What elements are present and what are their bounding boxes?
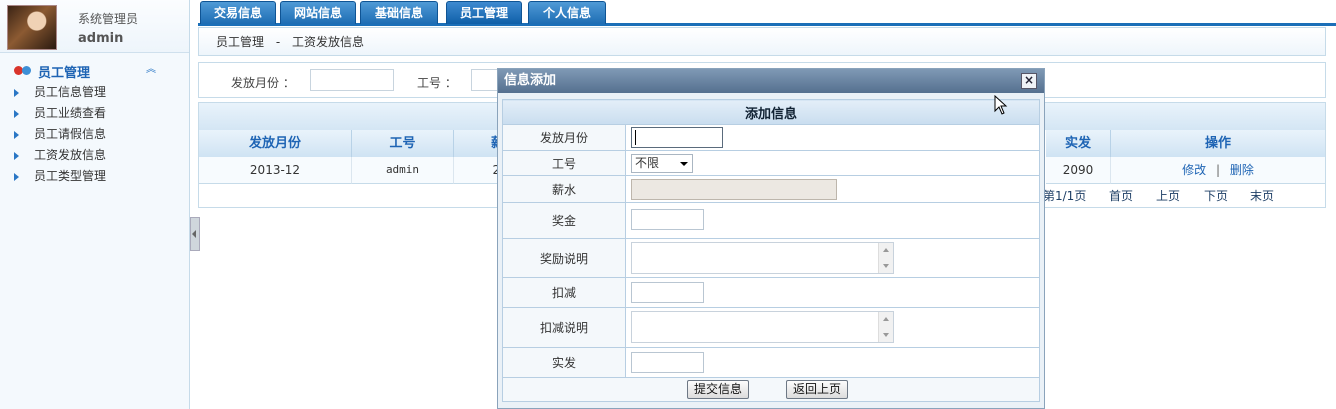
dialog-title: 信息添加 [504, 73, 557, 88]
arrow-right-icon [14, 110, 19, 118]
sidebar-item-label: 员工业绩查看 [34, 106, 107, 120]
close-icon[interactable]: × [1021, 73, 1037, 89]
cell-month: 2013-12 [199, 157, 352, 184]
edit-link[interactable]: 修改 [1182, 163, 1206, 177]
month-input[interactable] [631, 127, 723, 148]
user-role: 系统管理员 [78, 12, 139, 26]
sidebar-item-label: 员工信息管理 [34, 85, 107, 99]
link-separator: | [1215, 163, 1221, 177]
pager-info: 第1/1页 [1043, 189, 1087, 203]
pager-last[interactable]: 末页 [1250, 183, 1274, 209]
pager-first[interactable]: 首页 [1109, 183, 1133, 209]
field-cell-month [625, 124, 1040, 151]
chevron-down-icon [680, 162, 688, 166]
emp-select-value: 不限 [635, 156, 660, 170]
arrow-right-icon [14, 131, 19, 139]
people-icon [14, 66, 33, 75]
field-label-deduct-note: 扣减说明 [502, 307, 626, 348]
cell-emp: admin [352, 157, 454, 184]
field-cell-salary [625, 175, 1040, 203]
text-caret [635, 130, 636, 145]
sidebar-item-leave[interactable]: 员工请假信息 [14, 124, 106, 145]
scroll-up-icon[interactable] [883, 248, 889, 252]
scroll-up-icon[interactable] [883, 317, 889, 321]
cell-ops: 修改 | 删除 [1111, 157, 1325, 184]
add-info-dialog: 信息添加 × 添加信息 发放月份 工号 不限 薪水 奖金 奖励说明 扣减 扣减说… [497, 68, 1045, 409]
field-cell-deduct-note [625, 307, 1040, 348]
scrollbar[interactable] [878, 312, 893, 342]
pager-next[interactable]: 下页 [1204, 183, 1228, 209]
cell-actual: 2090 [1046, 157, 1111, 184]
sidebar-item-performance[interactable]: 员工业绩查看 [14, 103, 106, 124]
tab-trade[interactable]: 交易信息 [200, 1, 276, 24]
sidebar-item-employee-type[interactable]: 员工类型管理 [14, 166, 106, 187]
breadcrumb-section[interactable]: 员工管理 [216, 35, 264, 49]
arrow-right-icon [14, 89, 19, 97]
left-sidebar: 系统管理员 admin 员工管理 ︽ 员工信息管理 员工业绩查看 员工请假信息 … [0, 0, 190, 409]
sidebar-item-salary[interactable]: 工资发放信息 [14, 145, 106, 166]
field-cell-bonus-note [625, 238, 1040, 278]
tab-employee[interactable]: 员工管理 [446, 1, 522, 24]
top-tab-bar: 交易信息 网站信息 基础信息 员工管理 个人信息 [198, 0, 1336, 26]
field-cell-actual [625, 347, 1040, 378]
avatar [7, 5, 57, 50]
field-label-actual: 实发 [502, 347, 626, 378]
sidebar-menu: 员工信息管理 员工业绩查看 员工请假信息 工资发放信息 员工类型管理 [14, 82, 106, 187]
arrow-right-icon [14, 152, 19, 160]
bonus-note-scrollbar[interactable] [631, 242, 894, 274]
field-label-salary: 薪水 [502, 175, 626, 203]
field-label-bonus: 奖金 [502, 202, 626, 239]
search-month-label: 发放月份 ： [231, 76, 295, 90]
field-cell-bonus [625, 202, 1040, 239]
pager: 第1/1页 首页 上页 下页 末页 [1039, 183, 1325, 209]
sidebar-item-label: 员工请假信息 [34, 127, 107, 141]
search-emp-label: 工号 ： [417, 76, 457, 90]
breadcrumb: 员工管理 - 工资发放信息 [198, 27, 1326, 56]
bonus-input[interactable] [631, 209, 704, 230]
column-header-ops: 操作 [1111, 130, 1325, 158]
collapse-icon[interactable]: ︽ [146, 65, 156, 75]
field-cell-deduct [625, 277, 1040, 308]
scrollbar[interactable] [878, 243, 893, 273]
mouse-pointer-icon [994, 95, 1008, 115]
form-actions: 提交信息 返回上页 [502, 377, 1040, 402]
sidebar-item-employee-info[interactable]: 员工信息管理 [14, 82, 106, 103]
sidebar-item-label: 工资发放信息 [34, 148, 107, 162]
column-header-month: 发放月份 [199, 130, 352, 158]
tab-website[interactable]: 网站信息 [280, 1, 356, 24]
add-form: 添加信息 发放月份 工号 不限 薪水 奖金 奖励说明 扣减 扣减说明 实发 提交… [502, 99, 1040, 402]
field-label-emp: 工号 [502, 150, 626, 176]
tab-basic[interactable]: 基础信息 [360, 1, 438, 24]
deduct-note-scrollbar[interactable] [631, 311, 894, 343]
form-caption: 添加信息 [502, 99, 1040, 125]
scroll-down-icon[interactable] [883, 333, 889, 337]
tab-personal[interactable]: 个人信息 [528, 1, 606, 24]
breadcrumb-separator: - [275, 35, 281, 49]
field-cell-emp: 不限 [625, 150, 1040, 176]
search-month-input[interactable] [310, 69, 394, 91]
field-label-deduct: 扣减 [502, 277, 626, 308]
dialog-title-bar[interactable]: 信息添加 [498, 69, 1044, 93]
sidebar-item-label: 员工类型管理 [34, 169, 107, 183]
delete-link[interactable]: 删除 [1230, 163, 1254, 177]
actual-input[interactable] [631, 352, 704, 373]
column-header-actual: 实发 [1046, 130, 1111, 158]
back-button[interactable]: 返回上页 [786, 380, 849, 399]
user-panel: 系统管理员 admin [0, 0, 189, 53]
sidebar-toggle-handle[interactable] [190, 217, 200, 251]
arrow-right-icon [14, 173, 19, 181]
field-label-month: 发放月份 [502, 124, 626, 151]
menu-group-title: 员工管理 [38, 66, 91, 81]
emp-select[interactable]: 不限 [631, 154, 693, 173]
pager-prev[interactable]: 上页 [1156, 183, 1180, 209]
field-label-bonus-note: 奖励说明 [502, 238, 626, 278]
deduct-input[interactable] [631, 282, 704, 303]
submit-button[interactable]: 提交信息 [687, 380, 750, 399]
menu-group-header[interactable]: 员工管理 ︽ [14, 62, 164, 81]
column-header-emp: 工号 [352, 130, 454, 158]
breadcrumb-page: 工资发放信息 [292, 35, 365, 49]
salary-input [631, 179, 837, 200]
scroll-down-icon[interactable] [883, 264, 889, 268]
user-name: admin [78, 31, 124, 46]
